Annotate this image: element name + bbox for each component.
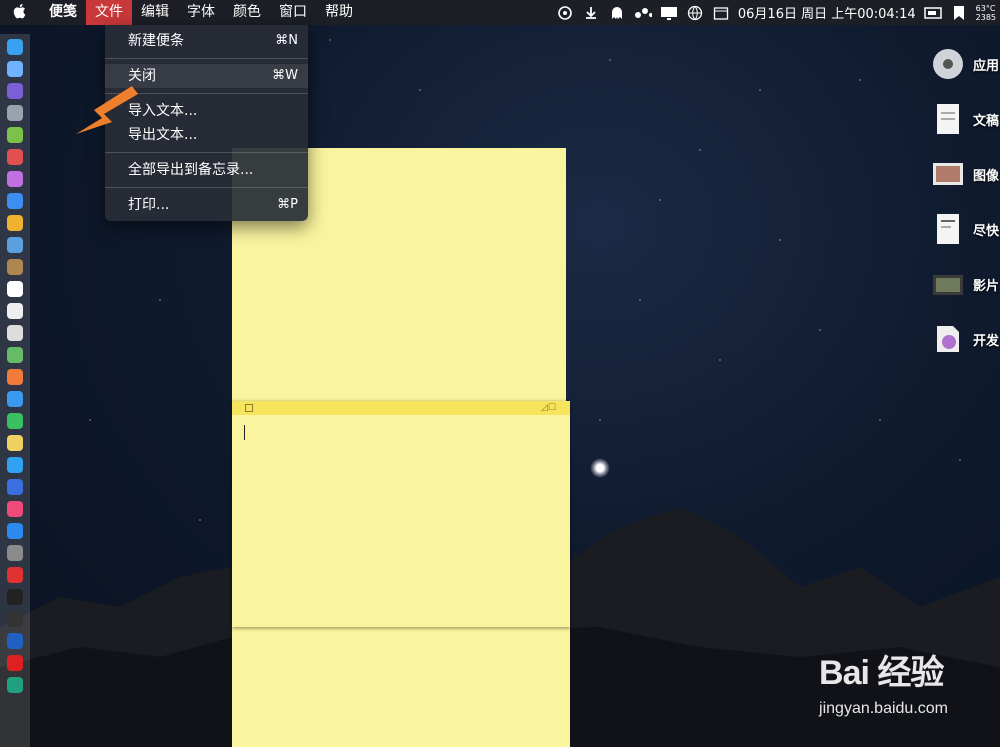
annotation-arrow-icon <box>76 86 138 134</box>
menu-separator <box>105 152 308 153</box>
desktop-icons: 应用 文稿 图像 尽快 影片 开发 <box>930 40 1000 370</box>
trash-icon[interactable] <box>7 677 23 693</box>
menu-bar: 便笺 文件 编辑 字体 颜色 窗口 帮助 06月16日 周日 上午00:04:1… <box>0 0 1000 25</box>
display-icon[interactable] <box>660 4 678 22</box>
text-caret <box>244 425 245 440</box>
desktop-item-apps[interactable]: 应用 <box>930 40 1000 88</box>
desktop-item-dev[interactable]: 开发 <box>930 315 1000 363</box>
menu-separator <box>105 58 308 59</box>
sticky-title-bar[interactable]: ◿☐ <box>232 401 570 415</box>
watermark-brand: Bai 经验 <box>819 654 944 692</box>
numbers-icon[interactable] <box>7 457 23 473</box>
calendar-dock-icon[interactable] <box>7 281 23 297</box>
calendar-icon[interactable] <box>712 4 730 22</box>
monitor-icon[interactable] <box>7 611 23 627</box>
dev-icon <box>931 322 965 356</box>
menu-item-print[interactable]: 打印... ⌘P <box>105 193 308 217</box>
notebook-icon[interactable] <box>7 259 23 275</box>
maps-icon[interactable] <box>7 347 23 363</box>
file-icon <box>931 212 965 246</box>
safari-icon[interactable] <box>7 193 23 209</box>
menu-item-new-note[interactable]: 新建便条 ⌘N <box>105 29 308 53</box>
desktop-item-documents[interactable]: 文稿 <box>930 95 1000 143</box>
dock <box>0 34 30 747</box>
rocket-icon[interactable] <box>7 105 23 121</box>
sticky-close-button[interactable] <box>245 404 253 412</box>
menu-separator <box>105 187 308 188</box>
settings-icon[interactable] <box>7 545 23 561</box>
menu-file[interactable]: 文件 <box>86 0 132 25</box>
facetime-icon[interactable] <box>7 413 23 429</box>
baidu-watermark: Bai 经验 jingyan.baidu.com <box>819 645 948 718</box>
photos-icon[interactable] <box>7 369 23 385</box>
notes-icon[interactable] <box>7 325 23 341</box>
dots-icon[interactable] <box>634 4 652 22</box>
menu-edit[interactable]: 编辑 <box>132 0 178 25</box>
watermark-site: jingyan.baidu.com <box>819 700 948 717</box>
menu-help[interactable]: 帮助 <box>316 0 362 25</box>
switch-icon[interactable] <box>923 4 942 22</box>
messages-icon[interactable] <box>7 391 23 407</box>
desktop-item-file[interactable]: 尽快 <box>930 205 1000 253</box>
wallpaper-bright-star <box>590 458 610 478</box>
status-area: 06月16日 周日 上午00:04:14 63°C 2385 <box>556 0 1000 25</box>
image-icon <box>931 157 965 191</box>
cpu-temp[interactable]: 63°C 2385 <box>976 4 996 22</box>
android-icon[interactable] <box>7 127 23 143</box>
apple-menu-icon[interactable] <box>0 3 40 23</box>
app-icon <box>931 47 965 81</box>
stickies-icon[interactable] <box>7 435 23 451</box>
vpn-icon[interactable] <box>7 633 23 649</box>
preview-icon[interactable] <box>7 237 23 253</box>
ghost-icon[interactable] <box>608 4 626 22</box>
menu-font[interactable]: 字体 <box>178 0 224 25</box>
menu-color[interactable]: 颜色 <box>224 0 270 25</box>
helm-icon[interactable] <box>556 4 574 22</box>
chrome-icon[interactable] <box>7 215 23 231</box>
sticky-note-lower[interactable] <box>232 626 570 747</box>
desktop-item-images[interactable]: 图像 <box>930 150 1000 198</box>
globe-icon[interactable] <box>686 4 704 22</box>
appstore-icon[interactable] <box>7 523 23 539</box>
download-icon[interactable] <box>582 4 600 22</box>
menu-window[interactable]: 窗口 <box>270 0 316 25</box>
finder-icon[interactable] <box>7 39 23 55</box>
siri-icon[interactable] <box>7 83 23 99</box>
keynote-icon[interactable] <box>7 479 23 495</box>
sticky-resize-icons[interactable]: ◿☐ <box>541 403 556 413</box>
sticky-note-active[interactable]: ◿☐ <box>232 401 570 627</box>
terminal-icon[interactable] <box>7 589 23 605</box>
movie-icon <box>931 267 965 301</box>
menu-item-export-all-to-notes[interactable]: 全部导出到备忘录... <box>105 158 308 182</box>
yandex-icon[interactable] <box>7 655 23 671</box>
vivaldi-icon[interactable] <box>7 567 23 583</box>
menu-app-name[interactable]: 便笺 <box>40 0 86 25</box>
textedit-icon[interactable] <box>7 303 23 319</box>
launchpad-icon[interactable] <box>7 61 23 77</box>
app-icon[interactable] <box>7 171 23 187</box>
bookmark-icon[interactable] <box>950 4 968 22</box>
document-icon <box>931 102 965 136</box>
desktop-item-movies[interactable]: 影片 <box>930 260 1000 308</box>
dictionary-icon[interactable] <box>7 149 23 165</box>
clock-text[interactable]: 06月16日 周日 上午00:04:14 <box>738 3 916 22</box>
music-icon[interactable] <box>7 501 23 517</box>
